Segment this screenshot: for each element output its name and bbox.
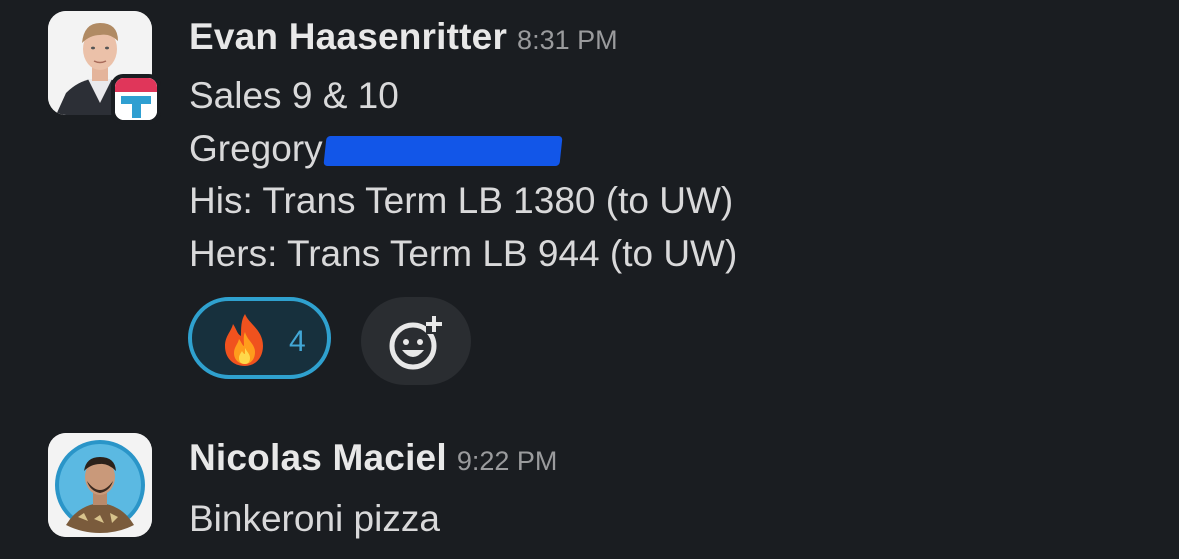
reaction-fire[interactable]: 4	[188, 297, 331, 379]
app-badge	[111, 74, 161, 124]
message-line: Binkeroni pizza	[189, 498, 440, 539]
add-reaction-button[interactable]	[361, 297, 471, 385]
message-line-text: Gregory	[189, 127, 323, 169]
reaction-count: 4	[289, 325, 306, 358]
timestamp[interactable]: 9:22 PM	[457, 446, 558, 476]
author-name[interactable]: Evan Haasenritter	[189, 16, 507, 57]
fire-emoji	[225, 314, 263, 366]
message-header: Evan Haasenritter 8:31 PM	[189, 16, 618, 58]
add-reaction-icon	[389, 314, 442, 370]
redaction-mark	[323, 135, 563, 166]
message-line: Gregory	[189, 123, 737, 176]
message-line: Sales 9 & 10	[189, 75, 399, 116]
message-line: His: Trans Term LB 1380 (to UW)	[189, 180, 734, 221]
author-name[interactable]: Nicolas Maciel	[189, 437, 447, 478]
timestamp[interactable]: 8:31 PM	[517, 25, 618, 55]
message-body: Binkeroni pizza	[189, 493, 440, 546]
user-avatar-photo	[48, 433, 152, 537]
message-line: Hers: Trans Term LB 944 (to UW)	[189, 232, 738, 274]
avatar[interactable]	[48, 433, 152, 537]
message-header: Nicolas Maciel 9:22 PM	[189, 437, 557, 479]
app-badge-icon	[115, 78, 157, 120]
message-body: Sales 9 & 10 Gregory His: Trans Term LB …	[189, 70, 737, 280]
